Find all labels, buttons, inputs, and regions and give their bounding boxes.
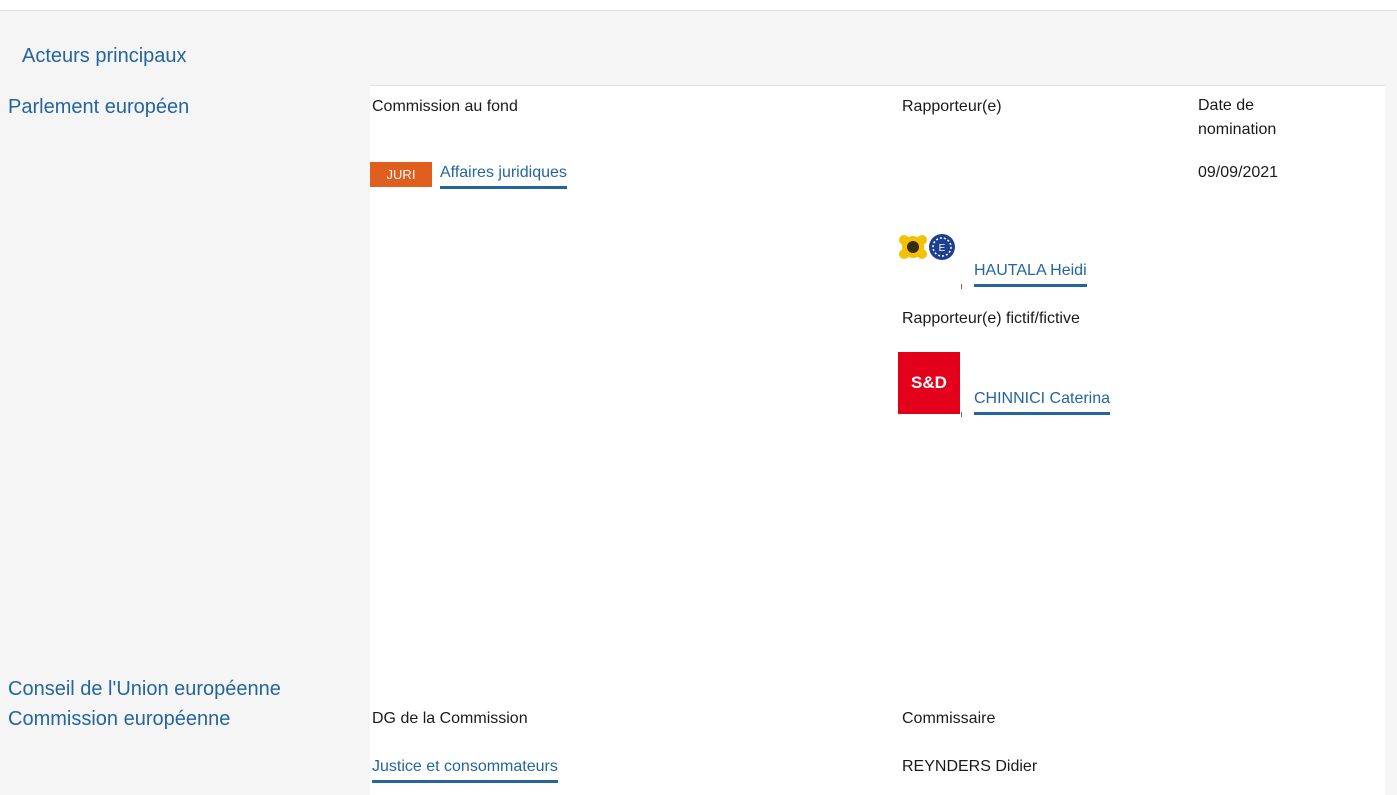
rapporteur-tick xyxy=(961,284,962,289)
nomination-date: 09/09/2021 xyxy=(1198,164,1279,181)
shadow-rapporteur-label: Rapporteur(e) fictif/fictive xyxy=(902,310,1080,327)
sd-group-logo: S&D xyxy=(898,352,960,414)
right-gutter xyxy=(1385,85,1397,795)
svg-text:E: E xyxy=(939,243,946,254)
commissioner-header: Commissaire xyxy=(902,710,996,727)
shadow-tick xyxy=(961,412,962,417)
institution-commission: Commission européenne xyxy=(8,708,231,730)
commissioner-name: REYNDERS Didier xyxy=(902,758,1038,775)
date-header: Date de nomination xyxy=(1198,97,1277,138)
shadow-rapporteur-link[interactable]: CHINNICI Caterina xyxy=(974,390,1111,415)
section-header: Acteurs principaux xyxy=(0,10,1397,86)
committee-badge: JURI xyxy=(370,162,432,187)
institution-parliament: Parlement européen xyxy=(8,96,190,118)
section-title: Acteurs principaux xyxy=(22,45,187,67)
committee-link[interactable]: Affaires juridiques xyxy=(440,164,567,189)
rapporteur-link[interactable]: HAUTALA Heidi xyxy=(974,262,1087,287)
committee-header: Commission au fond xyxy=(372,98,518,115)
greens-efa-logo-icon: E xyxy=(899,234,955,260)
institution-council: Conseil de l'Union européenne xyxy=(8,678,281,700)
dg-header: DG de la Commission xyxy=(372,710,528,727)
rapporteur-header: Rapporteur(e) xyxy=(902,98,1002,115)
dg-link[interactable]: Justice et consommateurs xyxy=(372,758,558,783)
